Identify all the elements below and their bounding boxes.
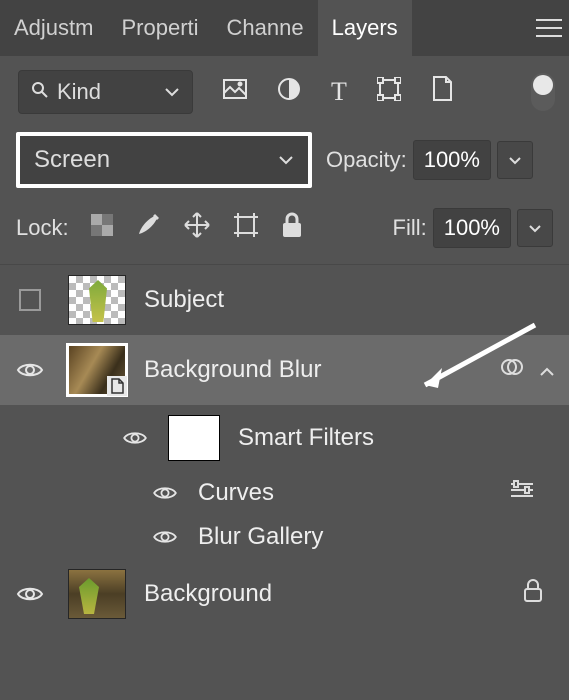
tab-properties[interactable]: Properti xyxy=(107,0,212,56)
fill-group: Fill: 100% xyxy=(393,208,554,248)
visibility-toggle[interactable] xyxy=(10,360,50,380)
opacity-value[interactable]: 100% xyxy=(413,140,491,180)
lock-label: Lock: xyxy=(16,215,69,241)
smart-filter-row[interactable]: Curves xyxy=(0,471,569,515)
filter-kind-dropdown[interactable]: Kind xyxy=(18,70,193,114)
smart-filter-name: Curves xyxy=(198,479,274,507)
search-icon xyxy=(31,79,49,105)
visibility-empty-icon xyxy=(19,289,41,311)
fx-link-icon[interactable] xyxy=(499,354,525,386)
filter-toggle[interactable] xyxy=(531,73,555,111)
tab-adjustments[interactable]: Adjustm xyxy=(0,0,107,56)
blend-options-icon[interactable] xyxy=(509,480,549,506)
panel-tabs: Adjustm Properti Channe Layers xyxy=(0,0,569,56)
fill-label: Fill: xyxy=(393,215,427,241)
visibility-toggle[interactable] xyxy=(150,484,180,502)
smart-filter-name: Blur Gallery xyxy=(198,523,323,551)
filter-shape-icon[interactable] xyxy=(377,77,401,107)
visibility-toggle[interactable] xyxy=(150,528,180,546)
filter-kind-label: Kind xyxy=(57,79,101,105)
filter-adjustment-icon[interactable] xyxy=(277,77,301,107)
layer-row[interactable]: Background xyxy=(0,559,569,629)
blend-row: Screen Opacity: 100% xyxy=(0,124,569,200)
lock-position-icon[interactable] xyxy=(183,211,211,245)
tab-channels[interactable]: Channe xyxy=(213,0,318,56)
layer-row[interactable]: Background Blur xyxy=(0,335,569,405)
visibility-toggle[interactable] xyxy=(120,429,150,447)
visibility-toggle[interactable] xyxy=(10,289,50,311)
layer-name[interactable]: Background xyxy=(144,580,272,608)
lock-artboard-icon[interactable] xyxy=(233,212,259,244)
smart-filters-header[interactable]: Smart Filters xyxy=(120,405,569,471)
lock-pixels-icon[interactable] xyxy=(135,212,161,244)
opacity-chevron[interactable] xyxy=(497,141,533,179)
panel-menu-icon[interactable] xyxy=(529,0,569,56)
layer-filter-bar: Kind T xyxy=(0,56,569,124)
filter-pixel-icon[interactable] xyxy=(223,79,247,105)
smart-filter-row[interactable]: Blur Gallery xyxy=(0,515,569,559)
smart-filters-label: Smart Filters xyxy=(238,424,374,452)
chevron-down-icon xyxy=(164,87,180,97)
tab-layers[interactable]: Layers xyxy=(318,0,412,56)
layer-thumbnail[interactable] xyxy=(68,275,126,325)
smart-filters-group: Smart Filters xyxy=(0,405,569,471)
smart-object-badge-icon xyxy=(107,376,127,396)
lock-icons xyxy=(91,211,303,245)
layer-row[interactable]: Subject xyxy=(0,265,569,335)
blend-mode-dropdown[interactable]: Screen xyxy=(16,132,312,188)
fill-chevron[interactable] xyxy=(517,209,553,247)
fill-value[interactable]: 100% xyxy=(433,208,511,248)
filter-smartobject-icon[interactable] xyxy=(431,76,453,108)
filter-text-icon[interactable]: T xyxy=(331,77,347,107)
layers-list: Subject Background Blur xyxy=(0,265,569,629)
visibility-toggle[interactable] xyxy=(10,584,50,604)
chevron-down-icon xyxy=(278,155,294,165)
layer-name[interactable]: Background Blur xyxy=(144,356,321,384)
blend-mode-value: Screen xyxy=(34,146,110,174)
layer-name[interactable]: Subject xyxy=(144,286,224,314)
filter-mask-thumbnail[interactable] xyxy=(168,415,220,461)
opacity-group: Opacity: 100% xyxy=(326,140,533,180)
collapse-icon[interactable] xyxy=(539,357,555,383)
layer-thumbnail[interactable] xyxy=(68,345,126,395)
lock-row: Lock: Fill: 100% xyxy=(0,200,569,265)
lock-transparent-icon[interactable] xyxy=(91,214,113,242)
lock-all-icon[interactable] xyxy=(281,212,303,244)
opacity-label: Opacity: xyxy=(326,147,407,173)
layer-thumbnail[interactable] xyxy=(68,569,126,619)
locked-icon xyxy=(523,579,555,609)
filter-type-icons: T xyxy=(213,76,511,108)
